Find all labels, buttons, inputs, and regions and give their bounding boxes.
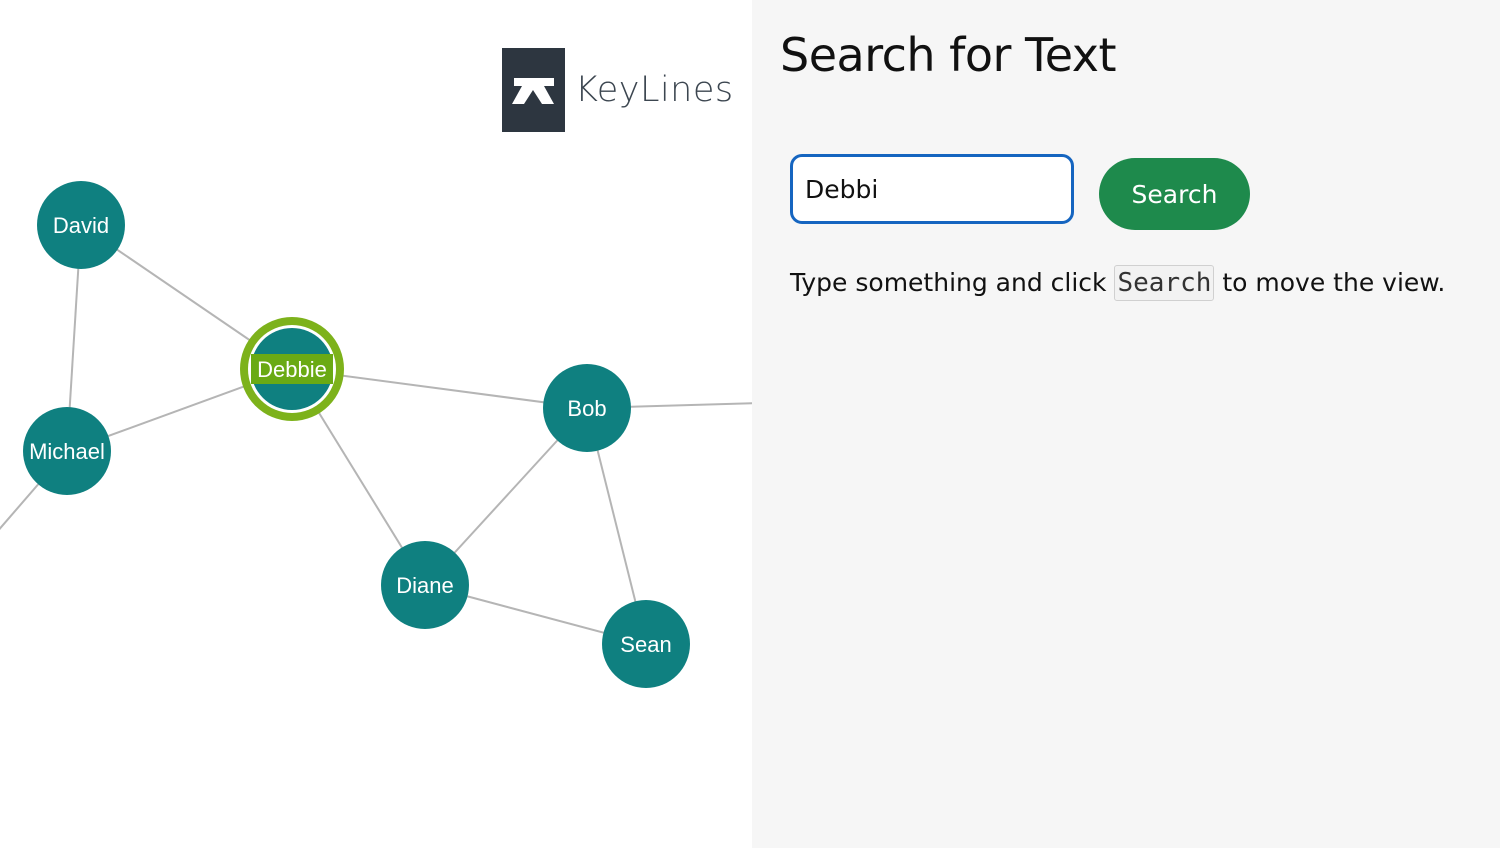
node-diane[interactable]: Diane xyxy=(381,541,469,629)
help-text-before: Type something and click xyxy=(790,268,1107,297)
node-label: Sean xyxy=(620,632,671,657)
search-button[interactable]: Search xyxy=(1099,158,1250,230)
page-title: Search for Text xyxy=(780,28,1117,82)
search-input[interactable] xyxy=(790,154,1074,224)
node-label: Debbie xyxy=(257,357,327,382)
node-michael[interactable]: Michael xyxy=(23,407,111,495)
node-label: David xyxy=(53,213,109,238)
node-david[interactable]: David xyxy=(37,181,125,269)
help-code-search: Search xyxy=(1114,265,1215,301)
graph-canvas[interactable]: David Debbie Michael Bob Diane Sean KeyLines xyxy=(0,0,752,848)
node-label: Diane xyxy=(396,573,453,598)
side-panel: Search for Text Search Type something an… xyxy=(752,0,1500,848)
node-bob[interactable]: Bob xyxy=(543,364,631,452)
node-label: Bob xyxy=(567,396,606,421)
help-text: Type something and click Search to move … xyxy=(790,265,1490,301)
keylines-logo: KeyLines xyxy=(502,48,734,132)
help-text-after: to move the view. xyxy=(1222,268,1446,297)
node-sean[interactable]: Sean xyxy=(602,600,690,688)
logo-text: KeyLines xyxy=(575,70,734,110)
node-debbie[interactable]: Debbie xyxy=(240,317,344,421)
node-label: Michael xyxy=(29,439,105,464)
keylines-logo-icon xyxy=(502,48,565,132)
